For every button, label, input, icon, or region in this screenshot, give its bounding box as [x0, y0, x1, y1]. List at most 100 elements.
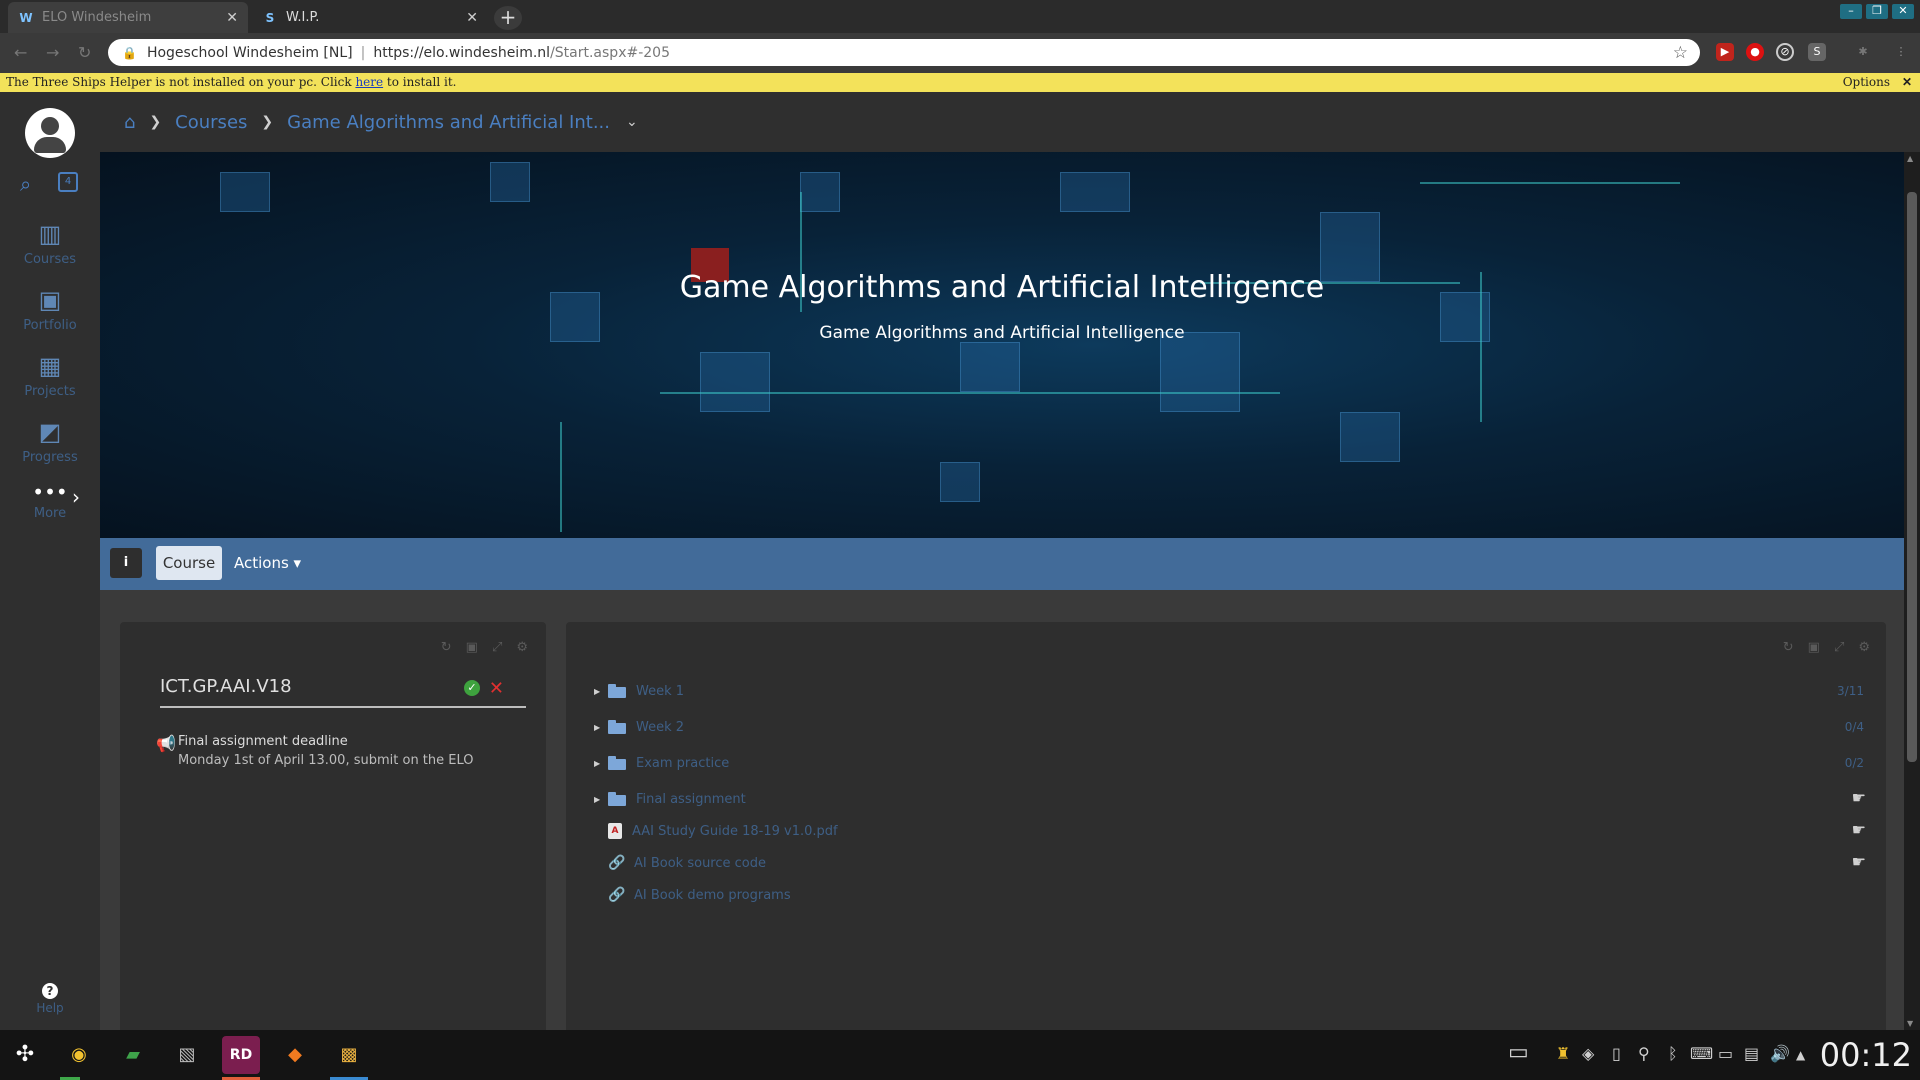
display-tray-icon[interactable]: ▭: [1718, 1044, 1733, 1063]
tree-item-label[interactable]: Week 1: [636, 684, 684, 699]
steam-tray-icon[interactable]: ⚲: [1638, 1044, 1650, 1063]
chrome-icon[interactable]: ◉: [60, 1036, 98, 1074]
extension-red-icon[interactable]: ▶: [1716, 43, 1734, 61]
forward-icon[interactable]: →: [46, 43, 59, 62]
tab-wip[interactable]: S W.I.P. ✕: [252, 2, 488, 33]
circuit-trace: [1420, 182, 1680, 184]
discord-tray-icon[interactable]: ◈: [1582, 1044, 1594, 1063]
expand-triangle-icon[interactable]: ▶: [594, 687, 608, 696]
tree-link-source-code[interactable]: 🔗 AI Book source code: [594, 852, 766, 874]
battery-tray-icon[interactable]: ▯: [1612, 1044, 1621, 1063]
clipboard-icon[interactable]: ▤: [1744, 1044, 1759, 1063]
tree-folder-week-1[interactable]: ▶ Week 1: [594, 680, 684, 702]
refresh-icon[interactable]: ↻: [1783, 640, 1794, 655]
scroll-up-icon[interactable]: ▲: [1907, 154, 1913, 163]
extension-circle-icon[interactable]: ⊘: [1776, 43, 1794, 61]
keyboard-tray-icon[interactable]: ⌨: [1690, 1044, 1713, 1063]
tree-file-study-guide[interactable]: A AAI Study Guide 18-19 v1.0.pdf: [594, 820, 838, 842]
app-launcher-icon[interactable]: ✣: [6, 1036, 44, 1074]
collapse-icon[interactable]: ▣: [466, 640, 478, 655]
paint-icon[interactable]: ▩: [330, 1036, 368, 1074]
tray-expand-icon[interactable]: ▲: [1796, 1048, 1805, 1062]
scrollbar-thumb[interactable]: [1907, 192, 1917, 762]
restore-icon[interactable]: ❐: [1866, 4, 1888, 19]
bookmark-star-icon[interactable]: ☆: [1673, 43, 1688, 63]
taskbar-clock[interactable]: 00:12: [1820, 1036, 1912, 1074]
sidebar-item-more[interactable]: ••• More: [0, 480, 100, 521]
bluetooth-tray-icon[interactable]: ᛒ: [1668, 1044, 1678, 1063]
sidebar-item-progress[interactable]: ◩ Progress: [0, 418, 100, 465]
gear-icon[interactable]: ⚙: [1858, 640, 1870, 655]
clipboard-tray-icon[interactable]: ▭: [1508, 1040, 1529, 1065]
volume-icon[interactable]: 🔊: [1770, 1044, 1790, 1063]
breadcrumb-courses-link[interactable]: Courses: [175, 112, 247, 133]
chevron-right-icon[interactable]: ›: [72, 485, 80, 509]
sidebar-item-projects[interactable]: ▦ Projects: [0, 352, 100, 399]
gear-icon[interactable]: ⚙: [516, 640, 528, 655]
expand-icon[interactable]: ⤢: [492, 640, 502, 655]
new-tab-button[interactable]: +: [494, 6, 522, 30]
infobar-close-icon[interactable]: ✕: [1902, 73, 1912, 92]
tree-item-label[interactable]: AI Book source code: [634, 856, 766, 871]
actions-dropdown[interactable]: Actions ▾: [234, 546, 301, 580]
tree-item-label[interactable]: AI Book demo programs: [634, 888, 791, 903]
chart-icon: ◩: [38, 418, 62, 446]
page-title: Game Algorithms and Artificial Intellige…: [679, 270, 1325, 305]
course-tab-button[interactable]: Course: [156, 546, 222, 580]
check-icon[interactable]: ✓: [464, 680, 480, 696]
course-toolbar: i Course Actions ▾: [100, 538, 1904, 590]
menu-dots-icon[interactable]: ⋮: [1892, 43, 1910, 61]
collapse-icon[interactable]: ▣: [1808, 640, 1820, 655]
reload-icon[interactable]: ↻: [78, 43, 91, 62]
extension-s-icon[interactable]: S: [1808, 43, 1826, 61]
hand-point-icon[interactable]: ☛: [1852, 852, 1866, 871]
hand-point-icon[interactable]: ☛: [1852, 788, 1866, 807]
infobar-install-link[interactable]: here: [355, 75, 383, 89]
home-icon[interactable]: ⌂: [124, 112, 135, 133]
breadcrumb-current[interactable]: Game Algorithms and Artificial Int...: [287, 112, 610, 133]
expand-triangle-icon[interactable]: ▶: [594, 795, 608, 804]
image-viewer-icon[interactable]: ▧: [168, 1036, 206, 1074]
close-icon[interactable]: ✕: [489, 678, 504, 699]
minimize-icon[interactable]: –: [1840, 4, 1862, 19]
circuit-chip: [960, 342, 1020, 392]
tree-item-label[interactable]: Exam practice: [636, 756, 729, 771]
tree-link-demo-programs[interactable]: 🔗 AI Book demo programs: [594, 884, 791, 906]
scroll-down-icon[interactable]: ▼: [1907, 1019, 1913, 1028]
refresh-icon[interactable]: ↻: [441, 640, 452, 655]
hand-point-icon[interactable]: ☛: [1852, 820, 1866, 839]
extension-puzzle-icon[interactable]: ✱: [1854, 43, 1872, 61]
close-window-icon[interactable]: ✕: [1892, 4, 1914, 19]
expand-triangle-icon[interactable]: ▶: [594, 723, 608, 732]
tree-item-label[interactable]: Week 2: [636, 720, 684, 735]
address-bar[interactable]: 🔒 Hogeschool Windesheim [NL] | https://e…: [108, 39, 1700, 66]
tree-folder-final-assignment[interactable]: ▶ Final assignment: [594, 788, 746, 810]
user-avatar[interactable]: [25, 108, 75, 158]
search-icon[interactable]: ⌕: [20, 172, 31, 196]
tree-folder-week-2[interactable]: ▶ Week 2: [594, 716, 684, 738]
ghost-tray-icon[interactable]: ♜: [1556, 1044, 1570, 1063]
back-icon[interactable]: ←: [14, 43, 27, 62]
tab-elo-windesheim[interactable]: W ELO Windesheim ✕: [8, 2, 248, 33]
tree-item-label[interactable]: AAI Study Guide 18-19 v1.0.pdf: [632, 824, 838, 839]
progress-count: 0/4: [1844, 720, 1864, 734]
infobar-options-button[interactable]: Options: [1843, 73, 1890, 92]
close-tab-icon[interactable]: ✕: [466, 10, 478, 26]
tree-folder-exam-practice[interactable]: ▶ Exam practice: [594, 752, 729, 774]
rider-icon[interactable]: RD: [222, 1036, 260, 1074]
sublime-icon[interactable]: ◆: [276, 1036, 314, 1074]
sidebar-item-portfolio[interactable]: ▣ Portfolio: [0, 286, 100, 333]
chevron-down-icon[interactable]: ⌄: [626, 114, 638, 130]
page-scrollbar[interactable]: ▲ ▼: [1904, 152, 1920, 1030]
help-button[interactable]: ? Help: [0, 980, 100, 1015]
expand-triangle-icon[interactable]: ▶: [594, 759, 608, 768]
window-controls: – ❐ ✕: [1840, 4, 1914, 19]
files-icon[interactable]: ▰: [114, 1036, 152, 1074]
sidebar-item-courses[interactable]: ▥ Courses: [0, 220, 100, 267]
tree-item-label[interactable]: Final assignment: [636, 792, 746, 807]
info-button[interactable]: i: [110, 548, 142, 578]
extension-adblock-icon[interactable]: ●: [1746, 43, 1764, 61]
close-tab-icon[interactable]: ✕: [226, 10, 238, 26]
notifications-badge-icon[interactable]: 4: [58, 172, 78, 192]
expand-icon[interactable]: ⤢: [1834, 640, 1844, 655]
